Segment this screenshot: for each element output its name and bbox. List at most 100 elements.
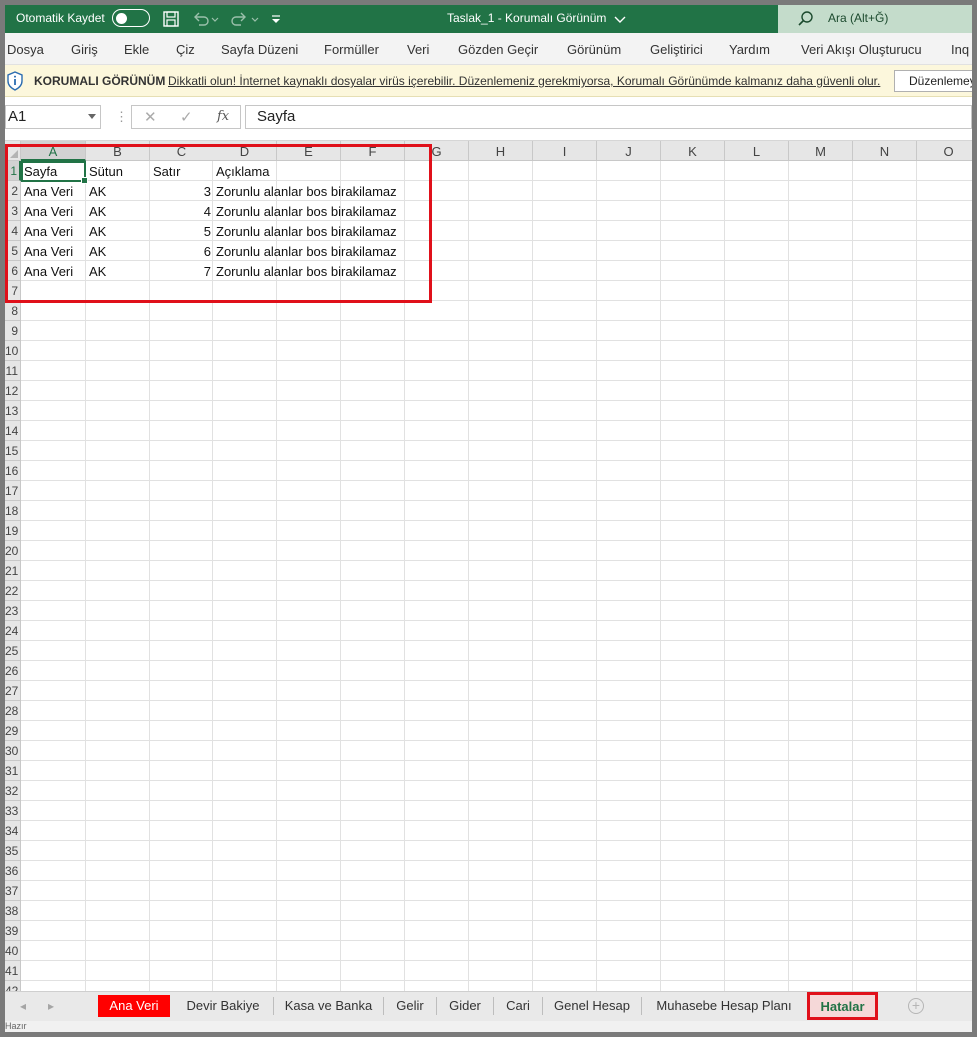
row-header-30[interactable]: 30: [5, 741, 21, 761]
gridline-horizontal: [21, 820, 972, 821]
gridline-horizontal: [21, 380, 972, 381]
scroll-tabs-left-icon[interactable]: ◂: [20, 999, 26, 1013]
tab-hatalar[interactable]: Hatalar: [807, 992, 878, 1020]
gridline-vertical: [596, 161, 597, 991]
row-header-11[interactable]: 11: [5, 361, 21, 381]
menu-yardim[interactable]: Yardım: [729, 42, 770, 57]
row-header-21[interactable]: 21: [5, 561, 21, 581]
column-header-m[interactable]: M: [789, 141, 853, 161]
menu-gozden-gecir[interactable]: Gözden Geçir: [458, 42, 538, 57]
column-header-n[interactable]: N: [853, 141, 917, 161]
row-header-35[interactable]: 35: [5, 841, 21, 861]
tab-kasa-ve-banka[interactable]: Kasa ve Banka: [274, 997, 384, 1015]
gridline-vertical: [916, 161, 917, 991]
menu-ekle[interactable]: Ekle: [124, 42, 149, 57]
row-header-10[interactable]: 10: [5, 341, 21, 361]
gridline-horizontal: [21, 540, 972, 541]
save-icon[interactable]: [161, 9, 181, 29]
add-sheet-icon[interactable]: +: [908, 998, 924, 1014]
row-header-23[interactable]: 23: [5, 601, 21, 621]
gridline-horizontal: [21, 940, 972, 941]
row-header-38[interactable]: 38: [5, 901, 21, 921]
row-header-27[interactable]: 27: [5, 681, 21, 701]
row-header-20[interactable]: 20: [5, 541, 21, 561]
insert-function-icon[interactable]: fx: [217, 109, 229, 124]
row-header-12[interactable]: 12: [5, 381, 21, 401]
protected-view-bar: KORUMALI GÖRÜNÜM Dikkatli olun! İnternet…: [5, 65, 972, 97]
row-header-42[interactable]: 42: [5, 981, 21, 991]
scroll-tabs-right-icon[interactable]: ▸: [48, 999, 54, 1013]
row-header-14[interactable]: 14: [5, 421, 21, 441]
row-header-13[interactable]: 13: [5, 401, 21, 421]
row-header-29[interactable]: 29: [5, 721, 21, 741]
tab-cari[interactable]: Cari: [494, 997, 543, 1015]
customize-toolbar-icon[interactable]: [269, 9, 283, 29]
gridline-horizontal: [21, 400, 972, 401]
row-header-31[interactable]: 31: [5, 761, 21, 781]
menu-veri-akisi[interactable]: Veri Akışı Oluşturucu: [801, 42, 922, 57]
row-header-34[interactable]: 34: [5, 821, 21, 841]
gridline-horizontal: [21, 780, 972, 781]
row-header-17[interactable]: 17: [5, 481, 21, 501]
undo-icon[interactable]: [191, 9, 211, 29]
row-header-41[interactable]: 41: [5, 961, 21, 981]
redo-dropdown-icon[interactable]: [250, 9, 260, 29]
menu-ciz[interactable]: Çiz: [176, 42, 195, 57]
row-header-24[interactable]: 24: [5, 621, 21, 641]
column-header-j[interactable]: J: [597, 141, 661, 161]
row-header-9[interactable]: 9: [5, 321, 21, 341]
menu-dosya[interactable]: Dosya: [7, 42, 44, 57]
gridline-horizontal: [21, 880, 972, 881]
name-box[interactable]: A1: [5, 105, 101, 129]
formula-input[interactable]: Sayfa: [245, 105, 972, 129]
row-header-16[interactable]: 16: [5, 461, 21, 481]
protected-view-message[interactable]: Dikkatli olun! İnternet kaynaklı dosyala…: [168, 74, 880, 88]
enable-editing-button[interactable]: Düzenlemeyi Etkinleştir: [894, 70, 972, 92]
column-header-k[interactable]: K: [661, 141, 725, 161]
row-header-26[interactable]: 26: [5, 661, 21, 681]
tab-genel-hesap[interactable]: Genel Hesap: [543, 997, 642, 1015]
column-header-l[interactable]: L: [725, 141, 789, 161]
menu-formuller[interactable]: Formüller: [324, 42, 379, 57]
menu-gorunum[interactable]: Görünüm: [567, 42, 621, 57]
cancel-icon[interactable]: ✕: [144, 108, 157, 126]
tab-muhasebe-hesap-plani[interactable]: Muhasebe Hesap Planı: [642, 997, 806, 1015]
row-header-15[interactable]: 15: [5, 441, 21, 461]
tab-devir-bakiye[interactable]: Devir Bakiye: [173, 997, 274, 1015]
worksheet-grid[interactable]: A B C D E F G H I J K L M N O 1 2 3 4 5 6 7 8 9 10 11 12 13 14 15 16 17…: [5, 141, 972, 991]
chevron-down-icon[interactable]: [613, 9, 627, 29]
menu-gelistirici[interactable]: Geliştirici: [650, 42, 703, 57]
row-header-8[interactable]: 8: [5, 301, 21, 321]
row-header-40[interactable]: 40: [5, 941, 21, 961]
document-title[interactable]: Taslak_1 - Korumalı Görünüm: [447, 11, 606, 25]
search-box[interactable]: Ara (Alt+Ğ): [778, 5, 972, 33]
row-header-36[interactable]: 36: [5, 861, 21, 881]
row-header-32[interactable]: 32: [5, 781, 21, 801]
row-header-37[interactable]: 37: [5, 881, 21, 901]
redo-icon[interactable]: [229, 9, 249, 29]
column-header-i[interactable]: I: [533, 141, 597, 161]
row-header-33[interactable]: 33: [5, 801, 21, 821]
row-header-39[interactable]: 39: [5, 921, 21, 941]
column-header-h[interactable]: H: [469, 141, 533, 161]
row-header-22[interactable]: 22: [5, 581, 21, 601]
tab-ana-veri[interactable]: Ana Veri: [98, 995, 170, 1017]
menu-inq[interactable]: Inq: [951, 42, 969, 57]
menu-sayfa-duzeni[interactable]: Sayfa Düzeni: [221, 42, 298, 57]
undo-dropdown-icon[interactable]: [210, 9, 220, 29]
tab-gelir[interactable]: Gelir: [384, 997, 437, 1015]
menu-veri[interactable]: Veri: [407, 42, 429, 57]
row-header-18[interactable]: 18: [5, 501, 21, 521]
enter-icon[interactable]: ✓: [180, 108, 193, 126]
status-text: Hazır: [5, 1021, 27, 1031]
row-header-19[interactable]: 19: [5, 521, 21, 541]
autosave-toggle[interactable]: [112, 9, 150, 27]
row-header-25[interactable]: 25: [5, 641, 21, 661]
gridline-horizontal: [21, 920, 972, 921]
column-header-o[interactable]: O: [917, 141, 972, 161]
name-box-dropdown-icon[interactable]: [88, 114, 96, 119]
tab-gider[interactable]: Gider: [437, 997, 494, 1015]
formula-bar-resize-icon[interactable]: ⋮: [115, 109, 128, 125]
row-header-28[interactable]: 28: [5, 701, 21, 721]
menu-giris[interactable]: Giriş: [71, 42, 98, 57]
